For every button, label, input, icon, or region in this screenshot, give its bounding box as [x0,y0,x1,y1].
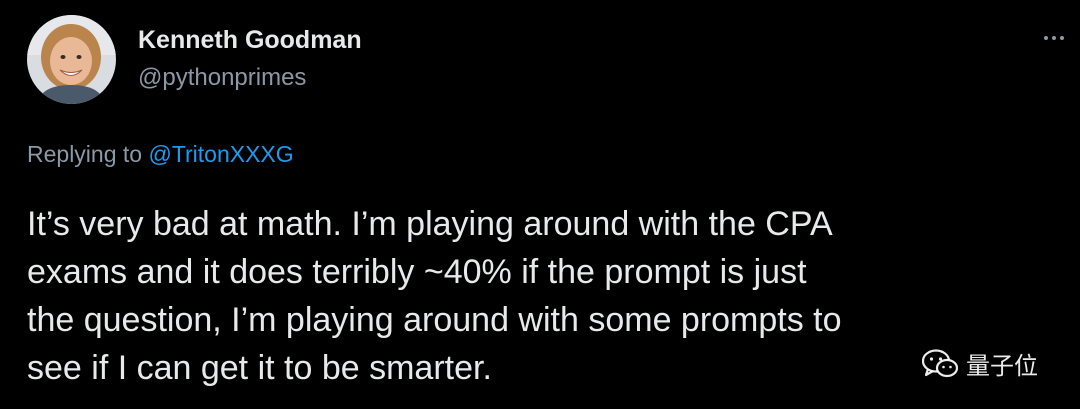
author-handle[interactable]: @pythonprimes [138,64,306,92]
user-avatar-photo [27,15,116,104]
more-horizontal-icon-dot [1060,36,1064,40]
reply-mention-link[interactable]: @TritonXXXG [148,141,293,167]
replying-to-line: Replying to @TritonXXXG [27,141,294,168]
more-horizontal-icon [1044,36,1048,40]
tweet-text: It’s very bad at math. I’m playing aroun… [27,205,842,387]
watermark: 量子位 [922,346,1038,381]
wechat-icon [922,348,958,377]
replying-to-label: Replying to [27,141,149,167]
tweet-card: Kenneth Goodman @pythonprimes Replying t… [0,0,1080,409]
more-options-button[interactable] [1036,26,1072,50]
watermark-label: 量子位 [966,353,1038,380]
more-horizontal-icon-dot [1052,36,1056,40]
author-display-name[interactable]: Kenneth Goodman [138,26,362,55]
author-avatar[interactable] [27,15,116,104]
